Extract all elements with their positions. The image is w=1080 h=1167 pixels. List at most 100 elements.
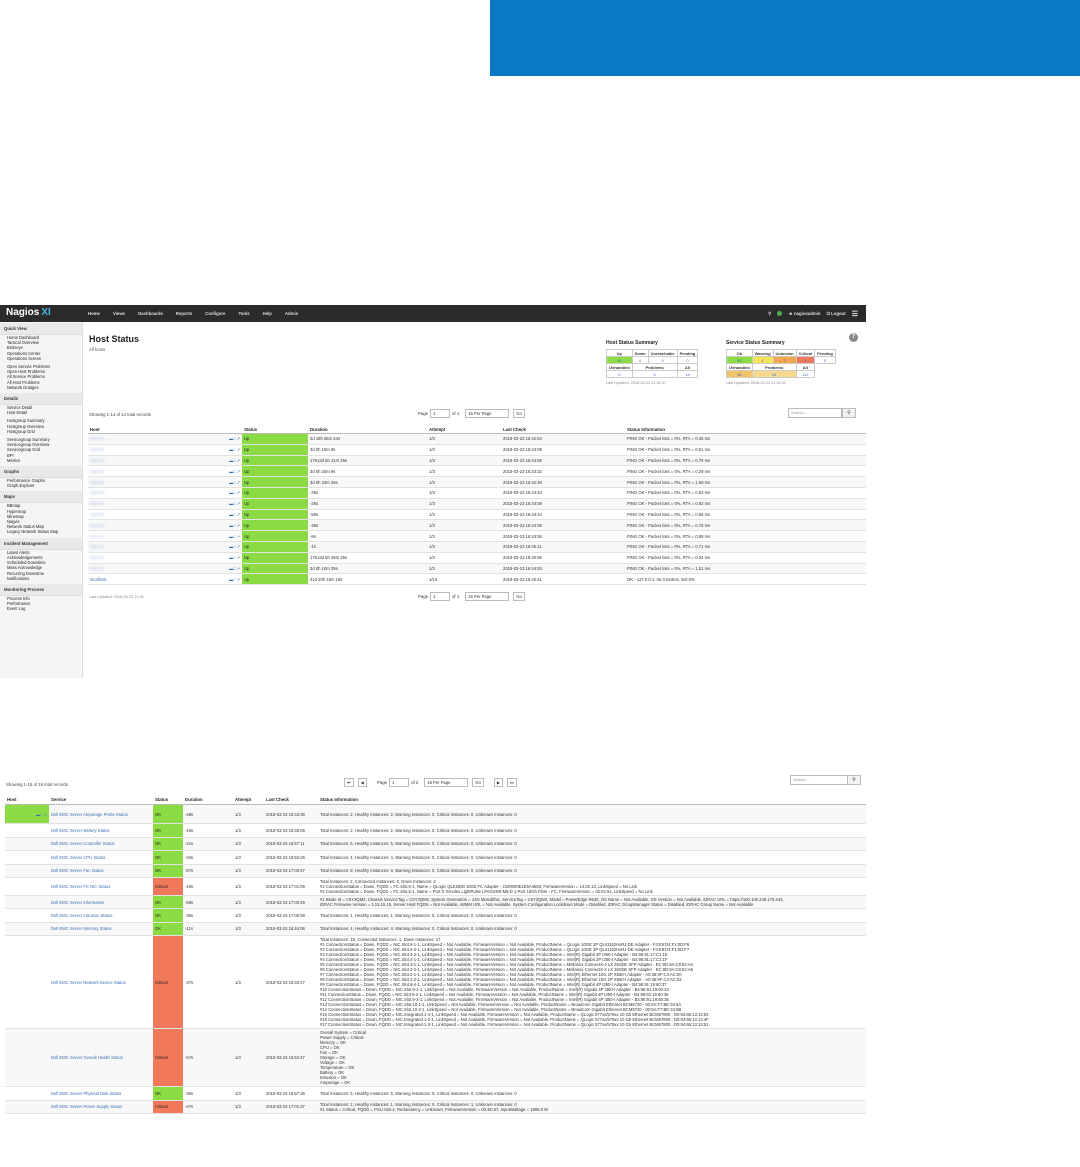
host-cell[interactable]: host-05 ▬□ ↗: [88, 476, 242, 488]
host-action-icons[interactable]: ▬□ ↗: [229, 534, 240, 539]
nav-item-tools[interactable]: Tools: [238, 305, 249, 322]
help-icon[interactable]: ?: [849, 333, 858, 342]
host-name-link[interactable]: host-01: [90, 436, 104, 441]
service-name-link[interactable]: Dell EMC Server Controller Status: [49, 837, 153, 851]
nav-item-configure[interactable]: Configure: [205, 305, 225, 322]
summary-value[interactable]: 14: [751, 370, 797, 378]
page-input[interactable]: 1: [430, 409, 451, 418]
menu-icon[interactable]: ☰: [852, 310, 858, 318]
sidebar-section-header[interactable]: Incident Management: [0, 537, 82, 550]
host-cell[interactable]: [5, 1086, 49, 1101]
host-action-icons[interactable]: ▬□ ↗: [229, 447, 240, 452]
host-cell[interactable]: [5, 935, 49, 1029]
service-name-link[interactable]: Dell EMC Server Network Device Status: [49, 935, 153, 1029]
host-action-icons[interactable]: ▬□ ↗: [229, 469, 240, 474]
host-cell[interactable]: [5, 850, 49, 865]
summary-value[interactable]: 2: [751, 356, 774, 364]
search-input[interactable]: Search...: [790, 775, 848, 785]
column-header[interactable]: Status: [153, 794, 183, 805]
host-cell[interactable]: host-04 ▬□ ↗: [88, 465, 242, 478]
nav-item-reports[interactable]: Reports: [176, 305, 192, 322]
next-page-button[interactable]: ▶: [493, 778, 504, 787]
host-cell[interactable]: host-11 ▬□ ↗: [88, 541, 242, 553]
column-header[interactable]: Status: [242, 425, 308, 434]
host-cell[interactable]: host-06 ▬□ ↗: [88, 487, 242, 499]
per-page-select[interactable]: 15 Per Page: [465, 409, 510, 418]
host-action-icons[interactable]: ▬□ ↗: [229, 480, 240, 485]
user-link[interactable]: ☻ nagiosadmin: [788, 311, 820, 316]
host-name-link[interactable]: host-07: [90, 501, 104, 506]
sidebar-section-header[interactable]: Monitoring Process: [0, 583, 82, 596]
host-cell[interactable]: host-08 ▬□ ↗: [88, 509, 242, 521]
nav-item-dashboards[interactable]: Dashboards: [138, 305, 163, 322]
host-action-icons[interactable]: ▬□ ↗: [229, 555, 240, 560]
host-cell[interactable]: [5, 908, 49, 923]
host-cell[interactable]: host-12 ▬□ ↗: [88, 552, 242, 564]
host-cell[interactable]: [5, 877, 49, 896]
host-action-icons[interactable]: ▬□ ↗: [229, 458, 240, 463]
sidebar-item[interactable]: Network Outages: [0, 385, 82, 390]
host-name-link[interactable]: host-04: [90, 469, 104, 474]
per-page-select[interactable]: 15 Per Page: [424, 778, 469, 787]
host-cell[interactable]: host-02 ▬□ ↗: [88, 444, 242, 456]
nav-item-views[interactable]: Views: [113, 305, 125, 322]
service-name-link[interactable]: Dell EMC Server CPU Status: [49, 850, 153, 865]
sidebar-section-header[interactable]: Quick View: [0, 323, 82, 335]
nagios-logo[interactable]: Nagios XI: [6, 307, 51, 318]
host-cell[interactable]: host-13 ▬□ ↗: [88, 563, 242, 575]
host-name-link[interactable]: host-11: [90, 544, 104, 549]
host-cell[interactable]: [5, 864, 49, 878]
column-header[interactable]: Duration: [183, 794, 233, 805]
go-button[interactable]: Go: [513, 592, 525, 601]
host-action-icons[interactable]: ▬□ ↗: [229, 577, 240, 582]
host-cell[interactable]: ▬□ ↗: [5, 804, 49, 824]
search-button[interactable]: ⚲: [842, 408, 856, 418]
summary-value[interactable]: 112: [795, 370, 816, 378]
search-icon[interactable]: ⚲: [768, 311, 771, 317]
summary-value[interactable]: 0: [606, 370, 633, 378]
service-name-link[interactable]: Dell EMC Server Overall Health Status: [49, 1028, 153, 1087]
summary-value[interactable]: 94: [726, 356, 753, 364]
host-cell[interactable]: host-07 ▬□ ↗: [88, 498, 242, 510]
host-action-icons[interactable]: ▬□ ↗: [229, 544, 240, 549]
host-cell[interactable]: [5, 837, 49, 851]
host-name-link[interactable]: host-13: [90, 566, 104, 571]
column-header[interactable]: Attempt: [233, 794, 264, 805]
per-page-select[interactable]: 15 Per Page: [465, 592, 510, 601]
column-header[interactable]: Service: [49, 794, 153, 805]
column-header[interactable]: Host: [5, 794, 49, 805]
summary-value[interactable]: 0: [676, 356, 699, 364]
summary-value[interactable]: 0: [631, 370, 678, 378]
summary-value[interactable]: 0: [647, 356, 678, 364]
column-header[interactable]: Attempt: [427, 425, 501, 434]
page-input[interactable]: 1: [389, 778, 410, 787]
host-action-icons[interactable]: ▬□ ↗: [229, 490, 240, 495]
host-name-link[interactable]: host-12: [90, 555, 104, 560]
service-name-link[interactable]: Dell EMC Server Amperage Probe Status: [49, 804, 153, 824]
host-action-icons[interactable]: ▬□ ↗: [36, 812, 47, 817]
sidebar-section-header[interactable]: Maps: [0, 491, 82, 504]
host-cell[interactable]: [5, 895, 49, 909]
host-action-icons[interactable]: ▬□ ↗: [229, 566, 240, 571]
host-name-link[interactable]: host-06: [90, 490, 104, 495]
host-action-icons[interactable]: ▬□ ↗: [229, 436, 240, 441]
sidebar-section-header[interactable]: Details: [0, 393, 82, 406]
host-name-link[interactable]: host-02: [90, 447, 104, 452]
summary-value[interactable]: 0: [631, 356, 649, 364]
summary-value[interactable]: 7: [772, 356, 797, 364]
host-cell[interactable]: [5, 1028, 49, 1087]
host-action-icons[interactable]: ▬□ ↗: [229, 501, 240, 506]
host-cell[interactable]: host-03 ▬□ ↗: [88, 455, 242, 467]
service-name-link[interactable]: Dell EMC Server FC NIC Status: [49, 877, 153, 896]
host-cell[interactable]: [5, 823, 49, 838]
host-action-icons[interactable]: ▬□ ↗: [229, 512, 240, 517]
service-name-link[interactable]: Dell EMC Server Battery Status: [49, 823, 153, 838]
search-button[interactable]: ⚲: [847, 775, 861, 785]
go-button[interactable]: Go: [513, 409, 525, 418]
host-name-link[interactable]: host-03: [90, 458, 104, 463]
service-name-link[interactable]: Dell EMC Server Information: [49, 895, 153, 909]
host-cell[interactable]: localhost ▬□ ↗: [88, 573, 242, 586]
column-header[interactable]: Status Information: [625, 425, 866, 434]
first-page-button[interactable]: ⏮: [344, 778, 354, 787]
column-header[interactable]: Status Information: [318, 794, 866, 805]
